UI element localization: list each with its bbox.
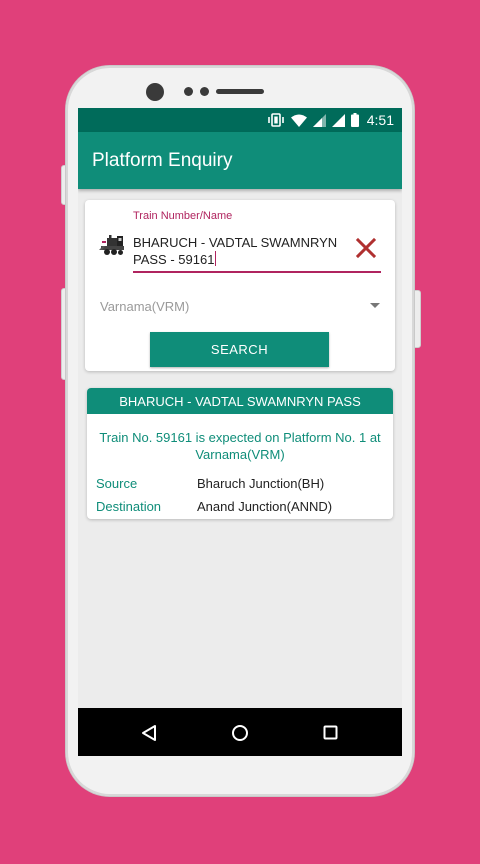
sensor-dot <box>200 87 209 96</box>
search-card: Train Number/Name BHARUCH - VADTAL SWAMN… <box>85 200 395 371</box>
result-train-name: BHARUCH - VADTAL SWAMNRYN PASS <box>87 388 393 414</box>
screen: 4:51 Platform Enquiry Train Number/Name … <box>78 108 402 756</box>
platform-message: Train No. 59161 is expected on Platform … <box>99 430 381 462</box>
signal-icon <box>331 113 345 127</box>
battery-icon <box>350 113 359 127</box>
train-icon <box>99 235 124 255</box>
train-input-label: Train Number/Name <box>133 210 233 222</box>
status-time: 4:51 <box>366 112 394 128</box>
vibrate-icon <box>267 113 284 127</box>
wifi-icon <box>290 114 307 127</box>
station-selected-value: Varnama(VRM) <box>100 299 190 314</box>
destination-value: Anand Junction(ANND) <box>197 499 333 514</box>
navigation-bar <box>78 708 402 756</box>
status-bar: 4:51 <box>78 108 402 132</box>
earpiece-speaker <box>216 89 264 94</box>
train-input-text-line2: PASS - 59161 <box>133 252 215 267</box>
result-card: BHARUCH - VADTAL SWAMNRYN PASS Train No.… <box>87 388 393 519</box>
sensor-dot <box>184 87 193 96</box>
text-cursor <box>215 251 217 266</box>
recent-apps-icon[interactable] <box>323 725 338 740</box>
front-camera <box>146 83 164 101</box>
phone-power-button <box>413 290 421 348</box>
back-icon[interactable] <box>141 724 157 742</box>
app-bar: Platform Enquiry <box>78 132 402 189</box>
page-title: Platform Enquiry <box>92 150 233 171</box>
signal-icon <box>312 113 326 127</box>
source-value: Bharuch Junction(BH) <box>197 476 325 491</box>
destination-label: Destination <box>96 499 162 514</box>
station-dropdown[interactable]: Varnama(VRM) <box>100 296 380 318</box>
home-icon[interactable] <box>231 724 249 742</box>
train-number-name-input[interactable]: BHARUCH - VADTAL SWAMNRYN PASS - 59161 <box>133 231 381 273</box>
train-input-text-line1: BHARUCH - VADTAL SWAMNRYN <box>133 235 338 250</box>
search-button[interactable]: SEARCH <box>150 332 329 367</box>
clear-icon[interactable] <box>355 237 377 259</box>
source-label: Source <box>96 476 138 491</box>
chevron-down-icon <box>370 303 380 308</box>
